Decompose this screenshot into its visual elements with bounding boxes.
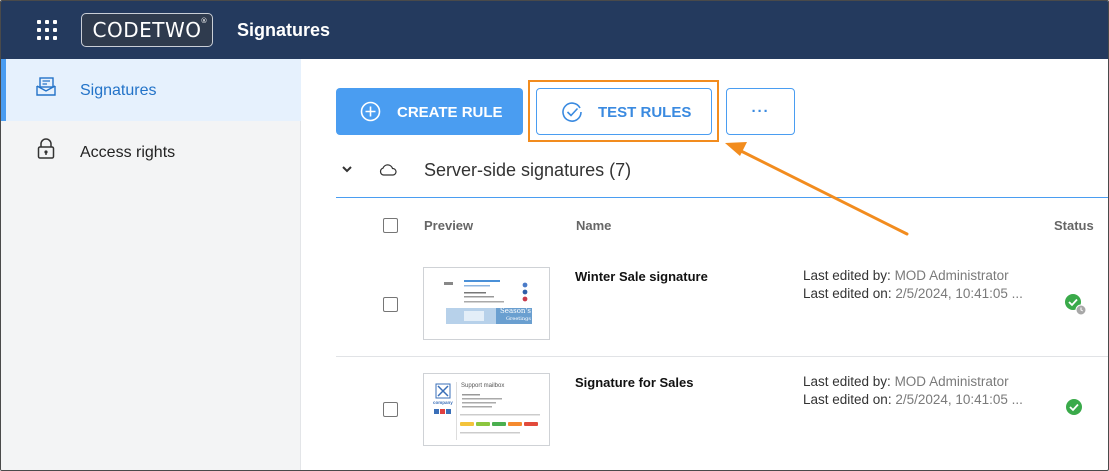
preview-banner-text: Season's — [500, 307, 531, 315]
signature-name[interactable]: Winter Sale signature — [575, 269, 708, 284]
preview-graphic — [444, 280, 532, 324]
logo-registered-mark: ® — [200, 17, 208, 25]
preview-company: company — [433, 400, 453, 405]
column-header-status[interactable]: Status — [1054, 218, 1094, 233]
logo-text: CODETWO — [92, 18, 202, 42]
edited-by-value: MOD Administrator — [894, 374, 1009, 389]
sidebar-item-label: Access rights — [80, 144, 176, 161]
section-header: Server-side signatures (7) — [336, 151, 1108, 198]
sidebar-item-signatures[interactable]: Signatures — [1, 59, 301, 121]
edited-by-value: MOD Administrator — [894, 268, 1009, 283]
app-window: CODETWO ® Signatures Signatures Access r… — [0, 0, 1109, 471]
more-options-label: ··· — [751, 103, 770, 120]
sidebar-item-label: Signatures — [80, 82, 157, 99]
row-checkbox[interactable] — [383, 297, 398, 312]
signature-preview-thumbnail[interactable]: Season's Greetings — [423, 267, 550, 340]
edited-on-label: Last edited on: — [803, 286, 896, 301]
row-checkbox[interactable] — [383, 402, 398, 417]
lock-icon — [37, 138, 55, 159]
create-rule-label: CREATE RULE — [397, 104, 503, 121]
test-rules-button[interactable]: TEST RULES — [536, 88, 712, 135]
app-title: Signatures — [237, 20, 331, 40]
signature-preview-thumbnail[interactable]: Support mailbox company — [423, 373, 550, 446]
last-edited-info: Last edited by: MOD Administrator Last e… — [803, 373, 1023, 409]
status-active-pending-icon — [1065, 294, 1087, 316]
section-title: Server-side signatures (7) — [424, 160, 632, 180]
test-rules-label: TEST RULES — [598, 104, 692, 121]
last-edited-info: Last edited by: MOD Administrator Last e… — [803, 267, 1023, 303]
sidebar: Signatures Access rights — [1, 59, 301, 470]
edited-on-value: 2/5/2024, 10:41:05 ... — [895, 392, 1023, 407]
sidebar-item-access-rights[interactable]: Access rights — [1, 121, 301, 183]
check-circle-icon — [562, 102, 582, 122]
column-header-preview[interactable]: Preview — [424, 218, 473, 233]
plus-circle-icon — [360, 101, 381, 122]
select-all-checkbox[interactable] — [383, 218, 398, 233]
preview-title: Support mailbox — [461, 383, 505, 389]
status-active-icon — [1066, 399, 1082, 415]
app-launcher-icon[interactable] — [37, 20, 57, 40]
more-options-button[interactable]: ··· — [726, 88, 795, 135]
cloud-icon — [379, 164, 397, 176]
signature-icon — [36, 77, 56, 96]
codetwo-logo[interactable]: CODETWO ® — [81, 13, 213, 47]
top-bar: CODETWO ® Signatures — [1, 1, 1108, 59]
row-divider — [336, 356, 1108, 357]
edited-by-label: Last edited by: — [803, 374, 895, 389]
chevron-down-icon[interactable] — [341, 163, 353, 175]
create-rule-button[interactable]: CREATE RULE — [336, 88, 523, 135]
edited-on-label: Last edited on: — [803, 392, 896, 407]
signature-name[interactable]: Signature for Sales — [575, 375, 693, 390]
edited-by-label: Last edited by: — [803, 268, 895, 283]
edited-on-value: 2/5/2024, 10:41:05 ... — [895, 286, 1023, 301]
preview-banner-subtext: Greetings — [506, 316, 531, 322]
column-header-name[interactable]: Name — [576, 218, 611, 233]
